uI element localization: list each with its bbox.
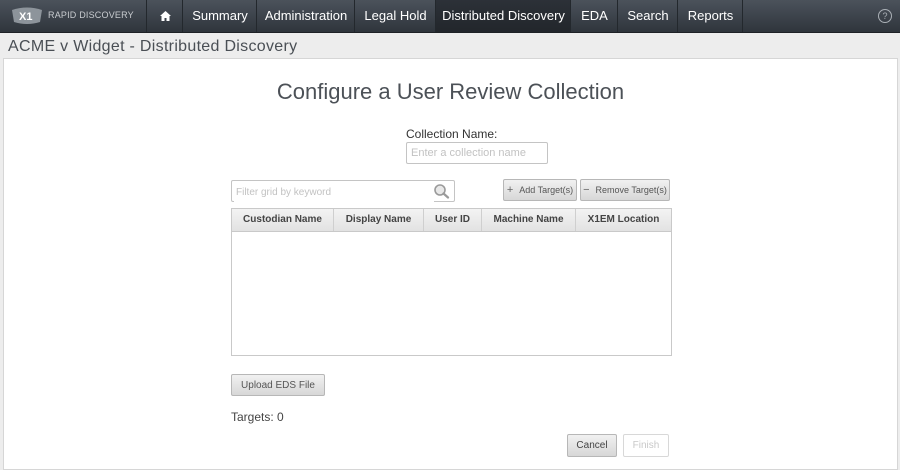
brand-name: RAPID DISCOVERY	[48, 10, 134, 20]
x1-logo-icon[interactable]: X1	[10, 7, 44, 25]
column-header-machine-name[interactable]: Machine Name	[482, 209, 576, 231]
home-icon	[159, 11, 171, 21]
collection-name-label: Collection Name:	[406, 127, 498, 141]
column-header-user-id[interactable]: User ID	[424, 209, 482, 231]
add-targets-button[interactable]: + Add Target(s)	[503, 179, 577, 201]
targets-grid: Custodian Name Display Name User ID Mach…	[231, 208, 672, 356]
collection-name-input[interactable]	[406, 142, 548, 164]
nav-tab-eda[interactable]: EDA	[570, 0, 618, 32]
help-icon[interactable]: ?	[878, 9, 892, 23]
home-button[interactable]	[146, 0, 183, 32]
upload-eds-file-button[interactable]: Upload EDS File	[231, 374, 325, 396]
targets-count: Targets: 0	[231, 410, 284, 424]
nav-divider	[742, 0, 743, 32]
top-navigation-bar: X1 RAPID DISCOVERY Summary Administratio…	[0, 0, 900, 33]
nav-tab-legal-hold[interactable]: Legal Hold	[354, 0, 436, 32]
svg-text:X1: X1	[19, 11, 32, 23]
remove-targets-label: Remove Target(s)	[595, 185, 667, 195]
nav-tab-reports[interactable]: Reports	[677, 0, 743, 32]
remove-targets-button[interactable]: − Remove Target(s)	[580, 179, 670, 201]
plus-icon: +	[506, 184, 514, 196]
grid-header-row: Custodian Name Display Name User ID Mach…	[232, 209, 671, 232]
column-header-x1em-location[interactable]: X1EM Location	[576, 209, 671, 231]
filter-grid-input[interactable]	[234, 182, 434, 202]
main-panel: Configure a User Review Collection Colle…	[3, 58, 898, 470]
nav-tab-summary[interactable]: Summary	[182, 0, 257, 32]
finish-button[interactable]: Finish	[623, 434, 669, 457]
search-icon[interactable]	[433, 183, 451, 199]
column-header-custodian-name[interactable]: Custodian Name	[232, 209, 334, 231]
cancel-button[interactable]: Cancel	[567, 434, 617, 457]
add-targets-label: Add Target(s)	[519, 185, 574, 195]
nav-tab-administration[interactable]: Administration	[256, 0, 355, 32]
nav-tab-search[interactable]: Search	[617, 0, 678, 32]
minus-icon: −	[583, 184, 590, 196]
column-header-display-name[interactable]: Display Name	[334, 209, 424, 231]
nav-tab-distributed-discovery[interactable]: Distributed Discovery	[435, 0, 571, 32]
grid-filter	[231, 180, 455, 202]
page-title: ACME v Widget - Distributed Discovery	[8, 38, 298, 55]
form-heading: Configure a User Review Collection	[276, 79, 625, 104]
